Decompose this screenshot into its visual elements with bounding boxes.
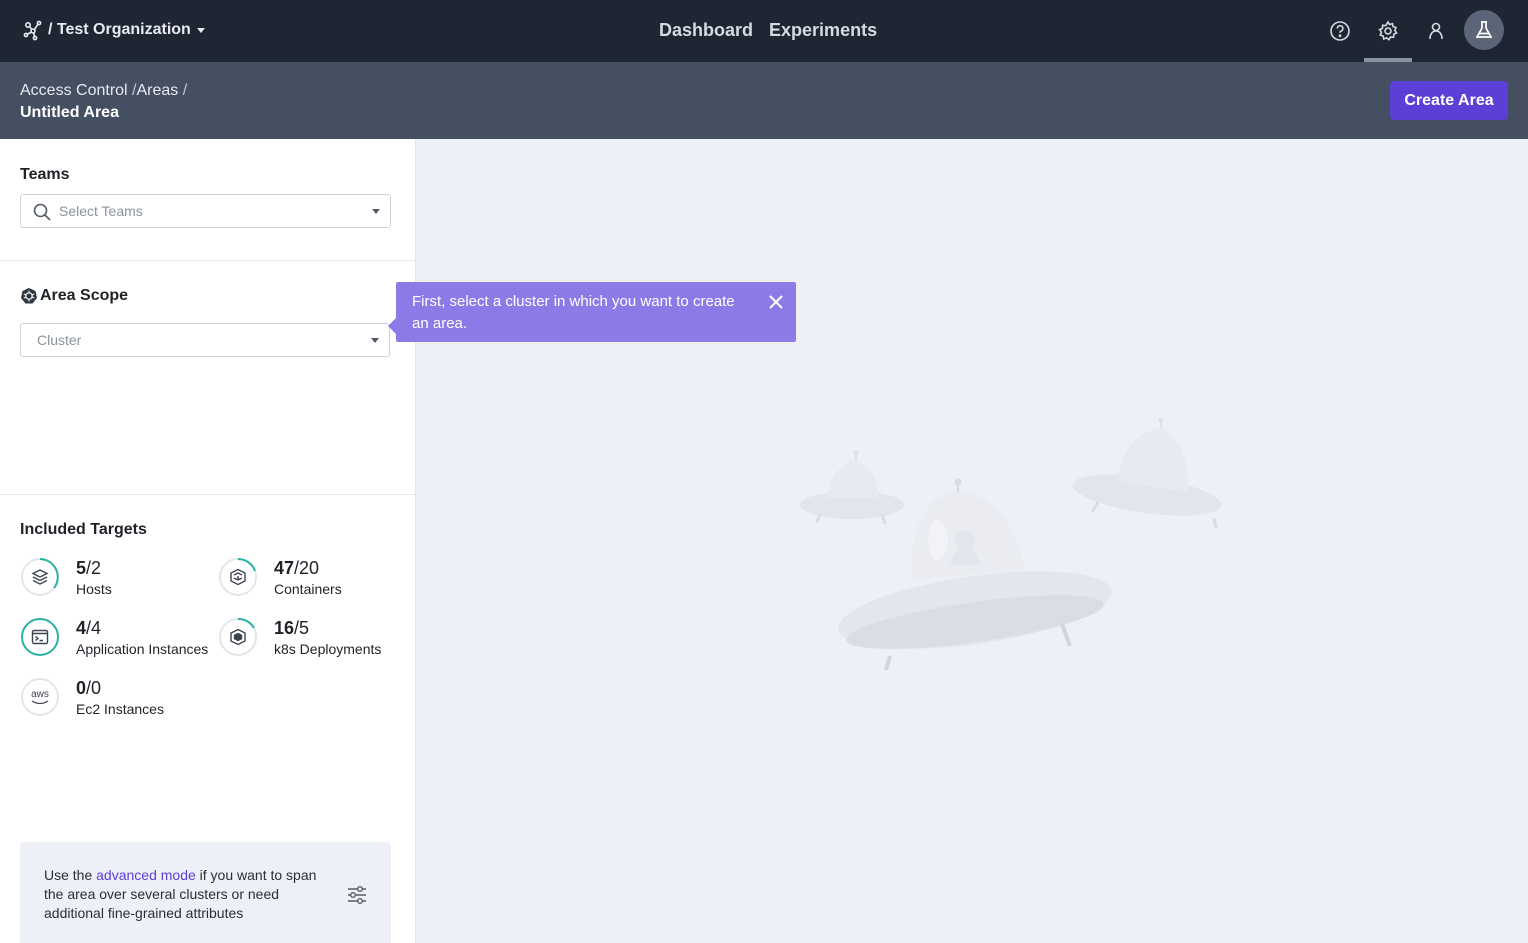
breadcrumb: Access Control /Areas /: [20, 82, 188, 99]
app-instances-total: /4: [86, 618, 102, 638]
sliders-icon: [348, 886, 366, 904]
page-header: Access Control /Areas / Untitled Area Cr…: [0, 62, 1528, 139]
page-title: Untitled Area: [20, 104, 119, 121]
target-k8s-deployments: 16/5 k8s Deployments: [218, 617, 381, 659]
breadcrumb-areas[interactable]: Areas: [137, 82, 179, 99]
flask-icon: [1475, 21, 1493, 38]
hosts-count: 5: [76, 558, 87, 578]
advanced-mode-link[interactable]: advanced mode: [96, 867, 196, 883]
target-hosts: 5/2 Hosts: [20, 557, 112, 599]
target-containers: 47/20 Containers: [218, 557, 342, 599]
app-instances-label: Application Instances: [76, 641, 209, 657]
account-button[interactable]: [1419, 14, 1453, 48]
chevron-down-icon: [372, 209, 380, 214]
app-logo-icon: [23, 20, 42, 41]
k8s-count: 16: [274, 618, 295, 638]
stack-icon: [31, 569, 49, 585]
hosts-total: /2: [86, 558, 102, 578]
help-button[interactable]: [1323, 14, 1357, 48]
target-ec2-instances: aws 0/0 Ec2 Instances: [20, 677, 164, 719]
nav-dashboard[interactable]: Dashboard: [659, 18, 753, 42]
area-settings-panel: Teams Select Teams Area Scope Cluster In…: [0, 139, 416, 943]
hexagon-icon: [230, 628, 246, 646]
tooltip-text: First, select a cluster in which you wan…: [412, 293, 735, 332]
user-icon: [1429, 22, 1443, 40]
cluster-select[interactable]: Cluster: [20, 323, 390, 357]
org-switcher[interactable]: / Test Organization: [22, 18, 205, 42]
breadcrumb-access-control[interactable]: Access Control: [20, 82, 128, 99]
k8s-total: /5: [294, 618, 310, 638]
advanced-mode-text: Use the advanced mode if you want to spa…: [44, 866, 324, 923]
cluster-placeholder: Cluster: [37, 332, 82, 348]
progress-ring: aws: [21, 678, 59, 716]
target-application-instances: 4/4 Application Instances: [20, 617, 208, 659]
included-targets-title: Included Targets: [20, 521, 147, 538]
teams-title: Teams: [20, 166, 70, 183]
k8s-label: k8s Deployments: [274, 641, 382, 657]
app-instances-count: 4: [76, 618, 87, 638]
search-icon: [33, 203, 51, 221]
area-scope-title: Area Scope: [40, 287, 129, 304]
containers-count: 47: [274, 558, 295, 578]
section-divider: [0, 260, 415, 261]
nav-experiments[interactable]: Experiments: [769, 18, 877, 42]
svg-text:aws: aws: [31, 689, 49, 700]
hint-prefix: Use the: [44, 867, 97, 883]
teams-placeholder: Select Teams: [59, 203, 143, 219]
chevron-down-icon: [196, 27, 205, 33]
chevron-down-icon: [371, 338, 379, 343]
container-icon: [230, 568, 246, 586]
containers-label: Containers: [274, 581, 342, 597]
org-name: / Test Organization: [48, 21, 191, 38]
ufo-illustration: [800, 417, 1222, 671]
section-divider: [0, 494, 415, 495]
create-area-button[interactable]: Create Area: [1390, 81, 1508, 120]
gear-icon: [1378, 20, 1398, 41]
ec2-label: Ec2 Instances: [76, 701, 164, 717]
ec2-count: 0: [76, 678, 87, 698]
terminal-window-icon: [31, 629, 49, 645]
close-icon[interactable]: [768, 294, 784, 310]
help-icon: [1330, 21, 1350, 41]
teams-select[interactable]: Select Teams: [20, 194, 391, 228]
top-nav: / Test Organization Dashboard Experiment…: [0, 0, 1528, 62]
area-scope-heading: Area Scope: [20, 287, 128, 305]
sandbox-avatar[interactable]: [1464, 10, 1504, 50]
settings-button[interactable]: [1371, 14, 1405, 48]
advanced-mode-hint: Use the advanced mode if you want to spa…: [20, 842, 391, 943]
hosts-label: Hosts: [76, 581, 112, 597]
cluster-hint-tooltip: First, select a cluster in which you wan…: [388, 282, 796, 342]
containers-total: /20: [294, 558, 320, 578]
kubernetes-icon: [21, 288, 37, 304]
ec2-total: /0: [86, 678, 102, 698]
